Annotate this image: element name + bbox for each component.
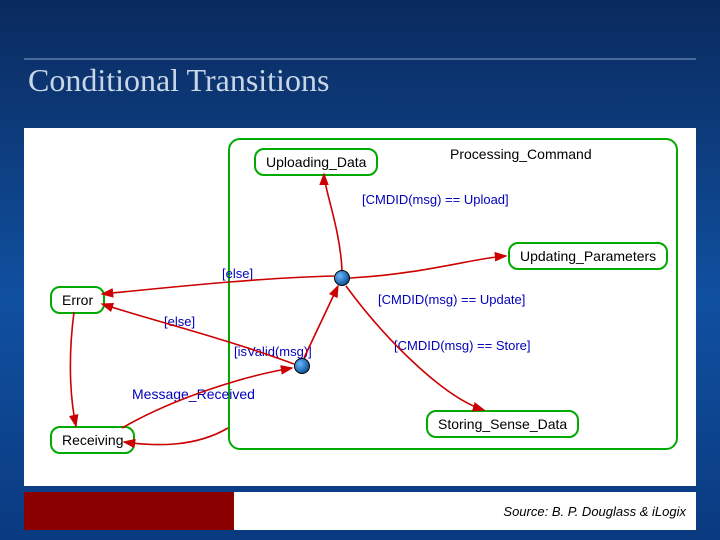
- state-processing-label: Processing_Command: [450, 146, 592, 162]
- guard-isvalid: [isValid(msg)]: [234, 344, 312, 359]
- choice-node-cmd: [334, 270, 350, 286]
- diagram-canvas: Processing_Command Uploading_Data Updati…: [24, 128, 696, 486]
- footer-accent: [24, 492, 234, 530]
- choice-node-valid: [294, 358, 310, 374]
- footer: Source: B. P. Douglass & iLogix: [24, 492, 696, 530]
- guard-else-top: [else]: [222, 266, 253, 281]
- state-storing: Storing_Sense_Data: [426, 410, 579, 438]
- state-uploading: Uploading_Data: [254, 148, 378, 176]
- guard-store: [CMDID(msg) == Store]: [394, 338, 531, 353]
- state-updating: Updating_Parameters: [508, 242, 668, 270]
- guard-update: [CMDID(msg) == Update]: [378, 292, 525, 307]
- guard-else-bottom: [else]: [164, 314, 195, 329]
- slide-title: Conditional Transitions: [28, 62, 329, 99]
- footer-source: Source: B. P. Douglass & iLogix: [234, 492, 696, 530]
- title-divider: [24, 58, 696, 60]
- state-receiving: Receiving: [50, 426, 135, 454]
- state-error: Error: [50, 286, 105, 314]
- guard-upload: [CMDID(msg) == Upload]: [362, 192, 509, 207]
- label-message-received: Message_Received: [132, 386, 255, 402]
